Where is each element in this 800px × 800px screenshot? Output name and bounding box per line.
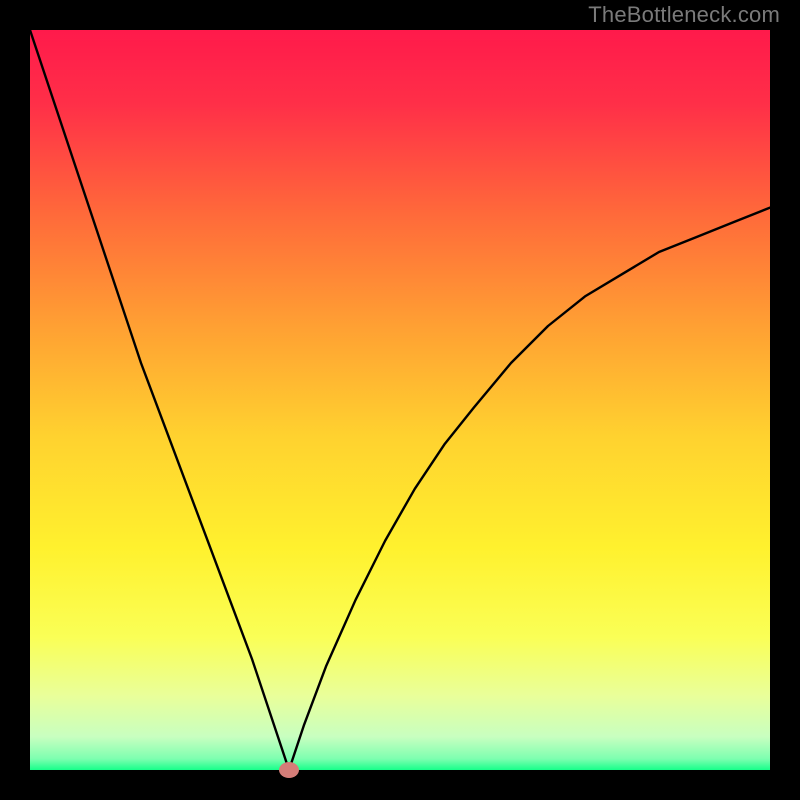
bottleneck-chart — [0, 0, 800, 800]
plot-background — [30, 30, 770, 770]
chart-frame: TheBottleneck.com — [0, 0, 800, 800]
watermark-text: TheBottleneck.com — [588, 2, 780, 28]
minimum-marker — [279, 762, 299, 778]
